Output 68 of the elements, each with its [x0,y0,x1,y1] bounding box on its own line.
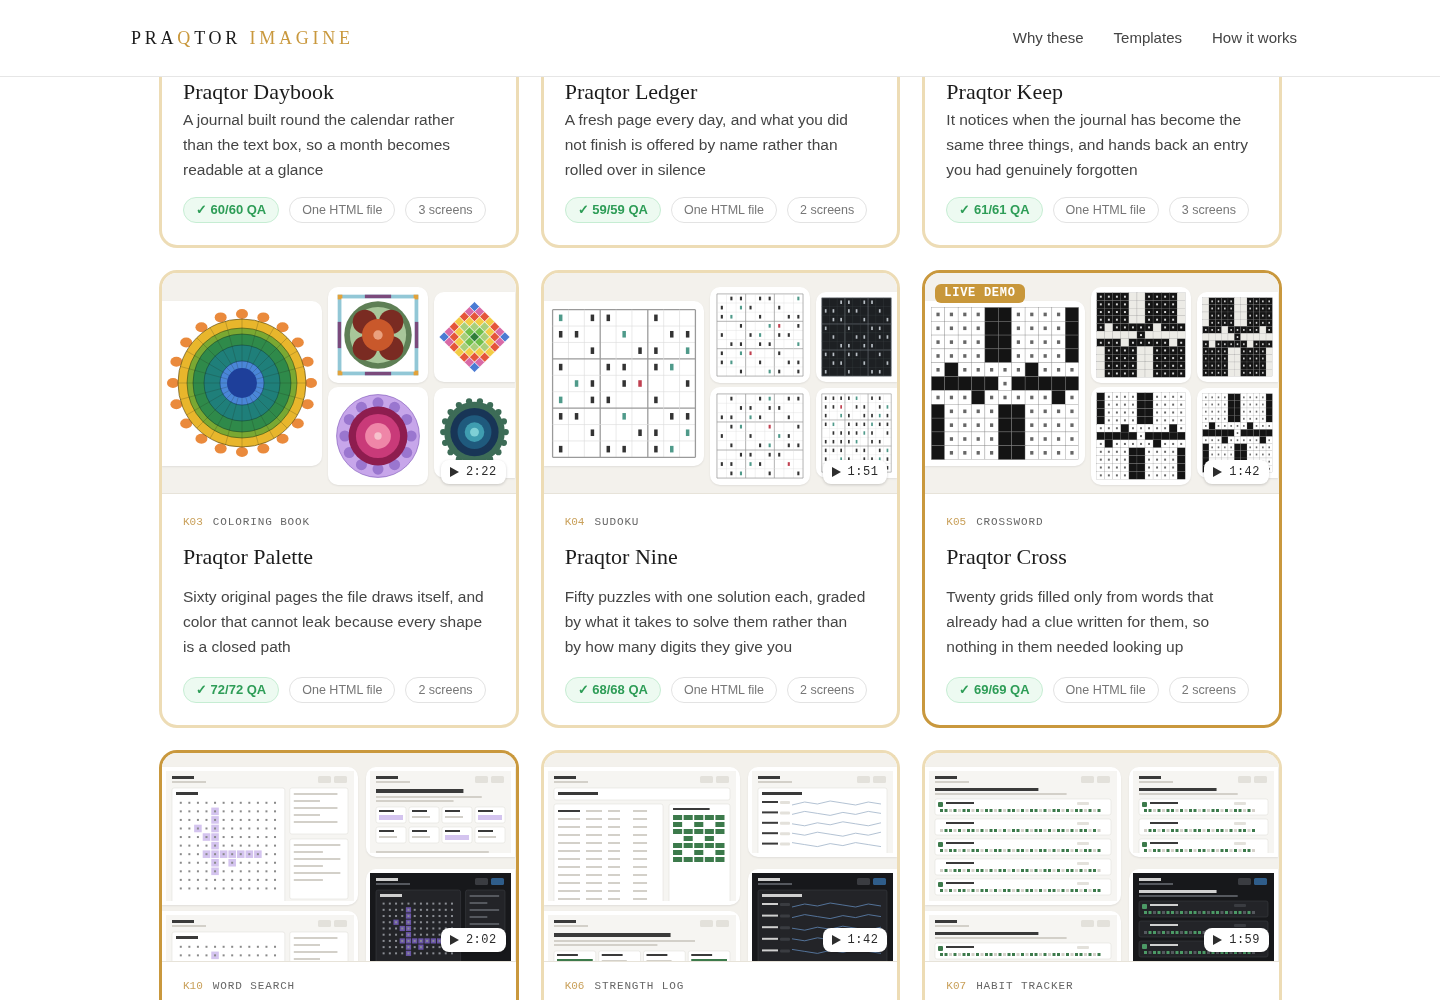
template-card[interactable]: 1:51 K04 SUDOKU Praqtor Nine Fifty puzzles with one solution each, graded by what it takes to solve them rather than by how many digits they give you ✓ 68/68 QA One HTML file 2 screens [540,270,901,728]
play-icon [831,935,841,945]
template-title[interactable]: Praqtor Keep [946,79,1258,105]
template-description: A journal built round the calendar rather than the text box, so a month becomes readable at a glance [183,110,456,180]
info-tag: One HTML file [1052,677,1159,703]
qa-pass-badge: ✓ 61/61 QA [946,197,1043,223]
site-logo[interactable]: PRA Q TOR IMAGINE [131,24,354,52]
info-tag: 2 screens [787,197,868,223]
play-button[interactable]: 2:02 [440,928,506,952]
play-button[interactable]: 2:22 [440,460,506,484]
info-tag: 2 screens [405,677,486,703]
play-icon [831,467,841,477]
template-description: Fifty puzzles with one solution each, graded by what it takes to solve them rather than by how many digits they give you [564,587,867,657]
template-code: K04 [564,515,585,530]
category-label: CROSSWORD [976,515,1044,530]
category-label: HABIT TRACKER [976,979,1074,994]
info-tag: One HTML file [289,677,396,703]
play-icon [1213,935,1223,945]
template-code: K06 [564,979,585,994]
template-card[interactable]: 2:02 K10 WORD SEARCH [159,750,519,1000]
template-code: K10 [183,979,203,994]
play-icon [449,467,459,477]
template-card[interactable]: Praqtor Keep It notices when the journal has become the same three things, and hands back an entry you had genuinely forgotten ✓ 61/61 QA One HTML file 3 screens [922,77,1282,248]
info-tag: 3 screens [405,197,486,223]
play-button[interactable]: 1:51 [822,460,888,484]
info-tag: One HTML file [670,197,778,223]
template-code: K07 [946,979,967,994]
qa-pass-badge: ✓ 72/72 QA [183,677,280,703]
info-tag: One HTML file [670,677,778,703]
template-code: K05 [946,515,967,530]
template-description: Sixty original pages the file draws itself, and color that cannot leak because every shape is a closed path [183,587,485,657]
category-label: STRENGTH LOG [594,979,685,994]
template-card[interactable]: LIVE DEMO 1:42 K05 CROSSWORD Praqtor Cross Twenty grids filled only from words that already had a clue written for them, so nothing in them needed looking up ✓ 69/69 QA One HTML file 2 screens [922,270,1282,728]
info-tag: 2 screens [787,677,868,703]
category-label: SUDOKU [594,515,640,530]
template-title[interactable]: Praqtor Ledger [564,79,877,105]
info-tag: 2 screens [1168,677,1249,703]
qa-pass-badge: ✓ 59/59 QA [564,197,661,223]
info-tag: One HTML file [289,197,396,223]
template-card[interactable]: 1:59 K07 HABIT TRACKER [922,750,1282,1000]
qa-pass-badge: ✓ 68/68 QA [564,677,661,703]
play-button[interactable]: 1:42 [822,928,888,952]
template-card[interactable]: Praqtor Daybook A journal built round the calendar rather than the text box, so a month becomes readable at a glance ✓ 60/60 QA One HTML file 3 screens [159,77,519,248]
template-card[interactable]: 1:42 K06 STRENGTH LOG [540,750,901,1000]
play-button[interactable]: 1:42 [1204,460,1269,484]
template-title[interactable]: Praqtor Nine [564,544,877,570]
template-title[interactable]: Praqtor Palette [183,544,495,570]
category-label: COLORING BOOK [212,515,311,530]
template-card[interactable]: Praqtor Ledger A fresh page every day, and what you did not finish is offered by name rather than rolled over in silence ✓ 59/59 QA One HTML file 2 screens [540,77,901,248]
template-description: A fresh page every day, and what you did not finish is offered by name rather than rolled over in silence [564,110,849,180]
template-title[interactable]: Praqtor Daybook [183,79,495,105]
template-title[interactable]: Praqtor Cross [946,544,1258,570]
template-code: K03 [183,515,203,530]
qa-pass-badge: ✓ 60/60 QA [183,197,280,223]
play-button[interactable]: 1:59 [1204,928,1269,952]
template-description: Twenty grids filled only from words that already had a clue written for them, so nothing in them needed looking up [946,587,1215,657]
nav-link[interactable]: Templates [1113,26,1182,50]
play-icon [449,935,459,945]
info-tag: One HTML file [1052,197,1159,223]
template-description: It notices when the journal has become the same three things, and hands back an entry you had genuinely forgotten [946,110,1249,180]
category-label: WORD SEARCH [212,979,296,994]
nav-link[interactable]: Why these [1012,26,1084,50]
demo-badge: LIVE DEMO [935,284,1025,303]
info-tag: 3 screens [1168,197,1249,223]
play-icon [1213,467,1223,477]
qa-pass-badge: ✓ 69/69 QA [946,677,1043,703]
nav-link[interactable]: How it works [1212,26,1297,50]
template-card[interactable]: 2:22 K03 COLORING BOOK Praqtor Palette Sixty original pages the file draws itself, and color that cannot leak because every shape is a closed path ✓ 72/72 QA One HTML file 2 screens [159,270,519,728]
